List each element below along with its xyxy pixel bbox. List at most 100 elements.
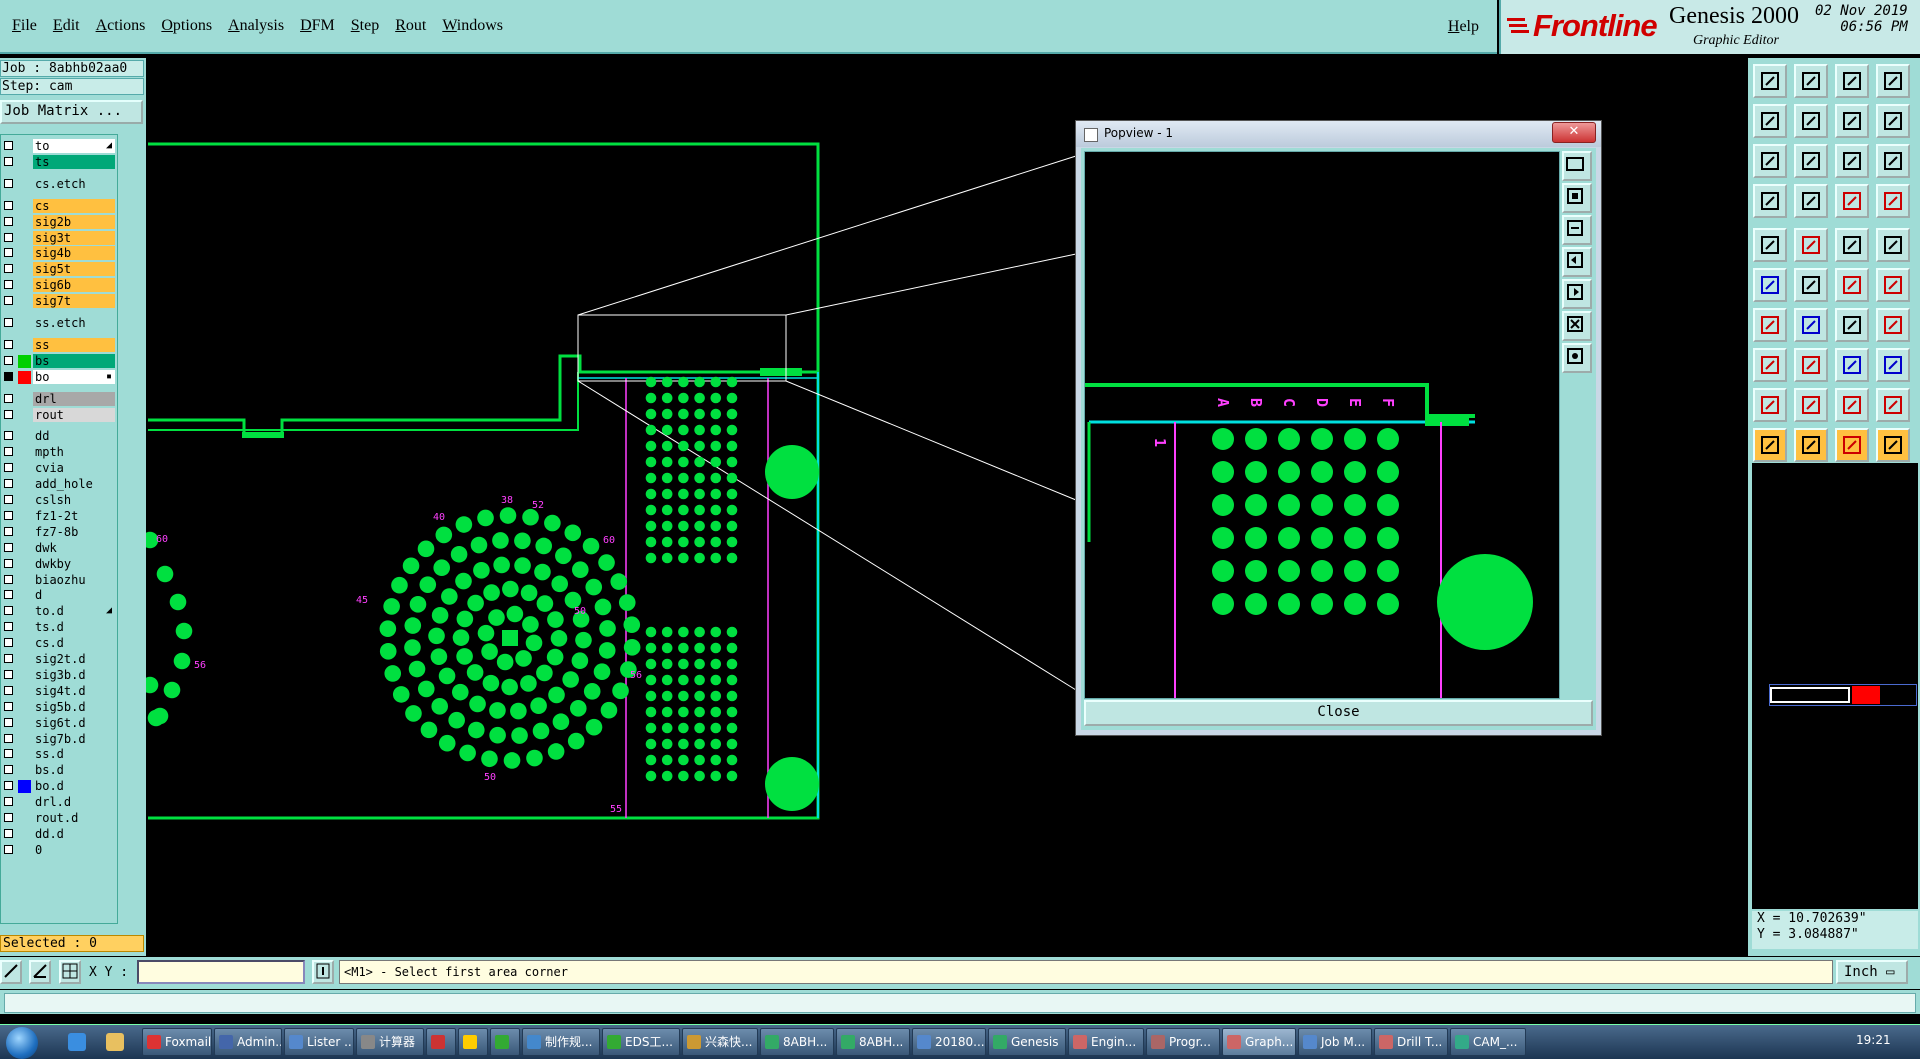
layer-row[interactable]: biaozhu: [1, 572, 119, 588]
layer-checkbox[interactable]: [4, 654, 13, 663]
layer-name[interactable]: sig4t.d: [33, 683, 115, 698]
rotate-tool-icon[interactable]: [1835, 308, 1869, 342]
layer-checkbox[interactable]: [4, 232, 13, 242]
layer-name[interactable]: sig7b.d: [33, 731, 115, 746]
layer-checkbox[interactable]: [4, 264, 13, 274]
layer-name[interactable]: dwk: [33, 540, 115, 555]
layer-row[interactable]: 0: [1, 842, 119, 858]
layer-name[interactable]: sig6t.d: [33, 715, 115, 730]
start-button[interactable]: [6, 1027, 38, 1059]
layer-row[interactable]: sig7b.d: [1, 731, 119, 747]
layer-name[interactable]: sig5t: [33, 262, 115, 277]
arc-tool-icon[interactable]: [1753, 308, 1787, 342]
popview-canvas[interactable]: A B C D E F 1: [1084, 151, 1560, 699]
layer-name[interactable]: cvia: [33, 461, 115, 476]
layer-row[interactable]: cs.d: [1, 636, 119, 651]
layer-checkbox[interactable]: [4, 813, 13, 822]
layer-name[interactable]: drl.d: [33, 795, 115, 810]
taskbar-button[interactable]: Drill T...: [1374, 1028, 1448, 1056]
layer-row[interactable]: sig4b: [1, 246, 119, 261]
layer-name[interactable]: bs.d: [33, 763, 115, 778]
scale-tool-icon[interactable]: [1835, 144, 1869, 178]
layer-name[interactable]: cs.d: [33, 636, 115, 651]
layer-name[interactable]: bo ▪: [33, 369, 115, 384]
out-tool-icon[interactable]: [1794, 104, 1828, 138]
mini-map[interactable]: [1752, 463, 1918, 909]
frame-tool-icon[interactable]: [1876, 308, 1910, 342]
flip-tool-icon[interactable]: [1835, 104, 1869, 138]
taskbar-button[interactable]: 8ABH...: [760, 1028, 834, 1056]
menu-edit[interactable]: Edit: [53, 17, 80, 35]
menu-help[interactable]: Help: [1448, 18, 1479, 36]
layer-name[interactable]: fz1-2t: [33, 508, 115, 523]
layer-checkbox[interactable]: [4, 844, 13, 854]
layer-checkbox[interactable]: [4, 669, 13, 679]
layer-name[interactable]: sig7t: [33, 294, 115, 309]
menu-file[interactable]: File: [12, 17, 37, 35]
layer-name[interactable]: dd: [33, 429, 115, 444]
tri-tool-icon[interactable]: [1794, 388, 1828, 422]
layer-name[interactable]: cs: [33, 198, 115, 213]
layer-name[interactable]: rout: [33, 407, 115, 422]
arrow-tool-icon[interactable]: [1794, 428, 1828, 462]
layer-name[interactable]: add_hole: [33, 477, 115, 492]
panel-tool-icon[interactable]: [1876, 64, 1910, 98]
menu-actions[interactable]: Actions: [96, 17, 146, 35]
layer-name[interactable]: ts: [33, 154, 115, 169]
layer-checkbox[interactable]: [4, 622, 13, 632]
layer-checkbox[interactable]: [4, 296, 13, 306]
layer-row[interactable]: cs: [1, 198, 119, 214]
pv-pan-left-button[interactable]: [1562, 247, 1592, 277]
layer-checkbox[interactable]: [4, 318, 13, 327]
home-tool-icon[interactable]: [1835, 64, 1869, 98]
layer-row[interactable]: ts.d: [1, 620, 119, 635]
units-dropdown[interactable]: Inch ▭: [1836, 960, 1908, 984]
taskbar-button[interactable]: Foxmail: [142, 1028, 212, 1056]
layer-name[interactable]: fz7-8b: [33, 524, 115, 539]
layer-checkbox[interactable]: [4, 828, 13, 838]
taskbar-button[interactable]: Genesis: [988, 1028, 1066, 1056]
layer-checkbox[interactable]: [4, 248, 13, 258]
line-tool-icon[interactable]: [1794, 228, 1828, 262]
layer-checkbox[interactable]: [4, 526, 13, 536]
job-matrix-button[interactable]: Job Matrix ...: [0, 100, 143, 124]
taskbar-button[interactable]: 计算器: [356, 1028, 424, 1056]
layer-checkbox[interactable]: [4, 749, 13, 759]
layer-name[interactable]: ss.d: [33, 747, 115, 762]
pointer-tool-icon[interactable]: [1794, 64, 1828, 98]
layer-checkbox[interactable]: [4, 280, 13, 290]
layer-row[interactable]: sig5b.d: [1, 699, 119, 715]
layer-name[interactable]: bs: [33, 353, 115, 368]
layer-row[interactable]: sig2b: [1, 214, 119, 230]
layer-checkbox[interactable]: [4, 542, 13, 552]
layer-name[interactable]: dd.d: [33, 826, 115, 841]
pv-zoom-out-button[interactable]: [1562, 215, 1592, 245]
layer-row[interactable]: cslsh: [1, 493, 119, 508]
point-tool-icon[interactable]: [1876, 268, 1910, 302]
layer-name[interactable]: ss.etch: [33, 316, 115, 330]
layer-name[interactable]: drl: [33, 391, 115, 406]
layer-name[interactable]: to.d ◢: [33, 604, 115, 619]
tri-tool-icon[interactable]: [1876, 388, 1910, 422]
taskbar-button[interactable]: CAM_...: [1450, 1028, 1526, 1056]
layer-name[interactable]: sig2t.d: [33, 652, 115, 666]
layer-row[interactable]: fz1-2t: [1, 508, 119, 524]
layer-name[interactable]: ss: [33, 337, 115, 352]
layer-checkbox[interactable]: [4, 638, 13, 648]
layer-checkbox[interactable]: [4, 431, 13, 441]
layer-name[interactable]: biaozhu: [33, 572, 115, 587]
layer-row[interactable]: sig2t.d: [1, 652, 119, 667]
layer-row[interactable]: ts: [1, 154, 119, 170]
layer-checkbox[interactable]: [4, 495, 13, 504]
taskbar-button[interactable]: Progr...: [1146, 1028, 1220, 1056]
slash-tool-icon[interactable]: [1794, 308, 1828, 342]
layer-row[interactable]: sig4t.d: [1, 683, 119, 699]
signal-tool-icon[interactable]: [1835, 184, 1869, 218]
box-tool-icon[interactable]: [1835, 348, 1869, 382]
layer-checkbox[interactable]: [4, 339, 13, 349]
layer-checkbox[interactable]: [4, 409, 13, 419]
layer-row[interactable]: bs.d: [1, 763, 119, 778]
tri-tool-icon[interactable]: [1753, 388, 1787, 422]
center-tool-icon[interactable]: [1794, 144, 1828, 178]
filter-tool-icon[interactable]: [1753, 184, 1787, 218]
